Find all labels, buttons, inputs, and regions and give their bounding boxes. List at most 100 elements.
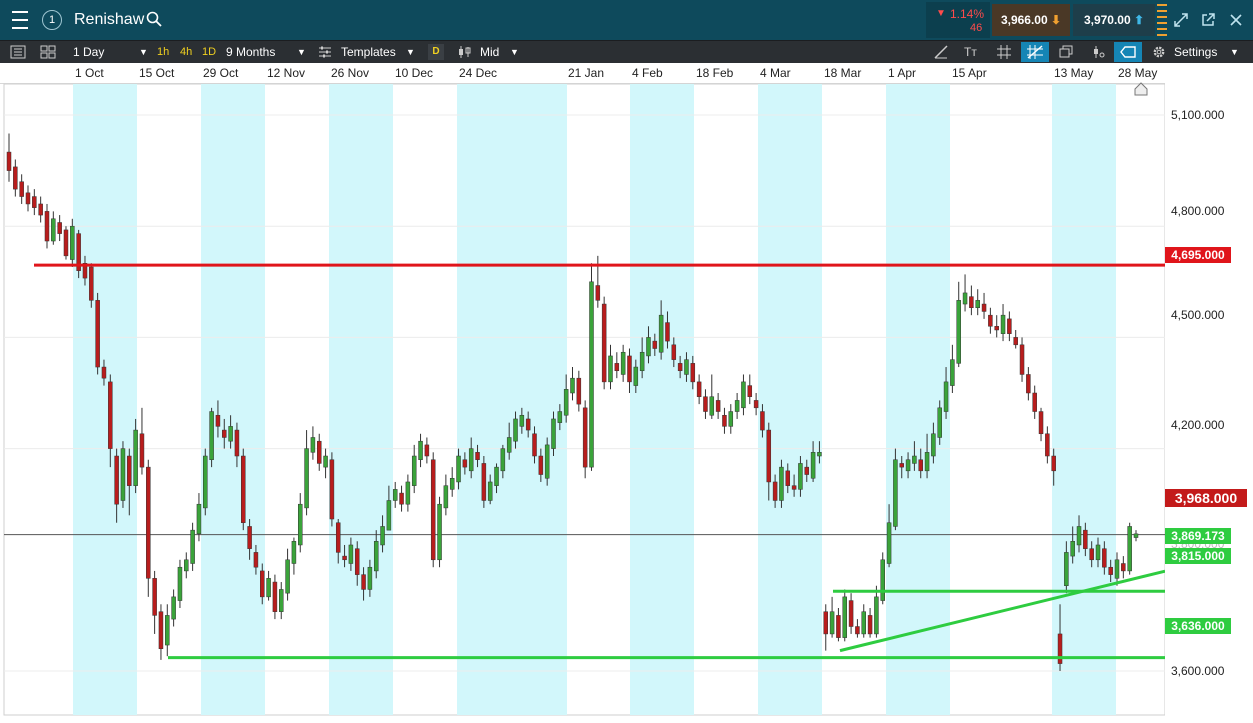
list-icon[interactable] [10, 45, 26, 59]
candle-bear [462, 459, 468, 468]
candle-bull [487, 481, 493, 501]
candle-bull [405, 481, 411, 505]
candle-bull [943, 381, 949, 412]
candle-bear [988, 314, 993, 327]
candle-bull [209, 411, 214, 460]
info-badge[interactable]: 1 [42, 10, 62, 30]
indicator-icon[interactable] [1090, 45, 1106, 59]
chevron-down-icon[interactable]: ▼ [510, 41, 519, 63]
candle-bear [994, 326, 999, 331]
candle-bear [836, 615, 841, 638]
candle-bull [519, 414, 525, 427]
x-tick-label: 28 May [1118, 66, 1158, 80]
candle-bull [392, 489, 398, 501]
templates-button[interactable]: Templates [341, 41, 396, 63]
candle-bull [513, 418, 518, 442]
candle-bull [51, 218, 56, 242]
candle-bull [734, 400, 740, 412]
sell-arrow-icon: ⬇ [1051, 13, 1062, 27]
candle-bear [272, 581, 278, 612]
candle-bull [880, 559, 885, 601]
support-level-tag[interactable]: 3,636.000 [1165, 618, 1231, 634]
trendline-level-tag[interactable]: 3,869.173 [1165, 528, 1231, 544]
candle-bull [639, 351, 645, 372]
chart-toolbar: 1 Day ▼ 1h 4h 1D 9 Months ▼ Templates ▼ … [0, 40, 1253, 63]
buy-button[interactable]: 3,970.00 ⬆ [1073, 4, 1155, 36]
candle-bull [1095, 544, 1101, 561]
candle-bull [608, 355, 613, 383]
candle-bull [893, 459, 898, 527]
candle-bear [1121, 563, 1126, 572]
copy-icon[interactable] [1058, 45, 1074, 59]
candle-bear [108, 381, 113, 449]
scroll-home-icon[interactable] [1134, 82, 1148, 96]
depth-ladder-icon[interactable] [1157, 4, 1167, 36]
candle-bear [1102, 548, 1107, 568]
range-select[interactable]: 9 Months [226, 41, 275, 63]
candle-bear [627, 355, 632, 383]
chevron-down-icon[interactable]: ▼ [297, 41, 306, 63]
candle-bull [468, 448, 474, 472]
candle-bear [335, 522, 341, 553]
last-price-tag: 3,968.000 [1165, 489, 1247, 507]
chevron-down-icon[interactable]: ▼ [406, 41, 415, 63]
expand-icon[interactable] [1173, 12, 1189, 28]
candle-bear [1019, 344, 1025, 375]
candle-bear [690, 363, 696, 383]
popout-icon[interactable] [1200, 12, 1216, 28]
chevron-down-icon[interactable]: ▼ [1230, 41, 1239, 63]
candle-bull [418, 440, 423, 460]
instrument-name[interactable]: Renishaw [74, 11, 144, 29]
candle-bear [652, 340, 658, 349]
price-chart[interactable] [0, 0, 1253, 723]
candle-bear [13, 166, 18, 190]
support-level-tag[interactable]: 3,815.000 [1165, 548, 1231, 564]
grid-icon[interactable] [997, 45, 1011, 59]
candle-bull [810, 452, 816, 479]
candle-bull [1133, 533, 1139, 538]
candle-bull [1076, 526, 1082, 546]
candle-bull [285, 559, 290, 594]
close-icon[interactable] [1228, 12, 1244, 28]
candle-bull [203, 455, 208, 509]
candle-bull [975, 300, 980, 308]
candle-bear [595, 285, 601, 301]
plot-area [3, 83, 1166, 716]
price-mode-select[interactable]: Mid [480, 41, 499, 63]
resistance-level-tag[interactable]: 4,695.000 [1165, 247, 1231, 263]
x-tick-label: 26 Nov [331, 66, 370, 80]
crosshair-icon[interactable] [1021, 42, 1049, 62]
menu-icon[interactable] [8, 8, 32, 32]
month-band [201, 84, 265, 715]
gear-icon[interactable] [1152, 45, 1166, 59]
search-icon[interactable] [146, 11, 162, 27]
candle-bear [76, 233, 81, 271]
candle-bear [677, 363, 683, 372]
interval-1d[interactable]: 1D [202, 41, 216, 63]
layout-icon[interactable] [40, 45, 56, 59]
chevron-down-icon[interactable]: ▼ [139, 41, 148, 63]
d-badge[interactable]: D [428, 44, 444, 60]
candle-bull [373, 541, 379, 572]
interval-1h[interactable]: 1h [157, 41, 169, 63]
label-tool-icon[interactable] [1114, 42, 1142, 62]
change-points: 46 [970, 22, 983, 34]
interval-select[interactable]: 1 Day [73, 41, 104, 63]
candle-bull [931, 433, 936, 457]
candle-bear [601, 303, 607, 383]
settings-button[interactable]: Settings [1174, 41, 1217, 63]
sell-button[interactable]: 3,966.00 ⬇ [992, 4, 1070, 36]
candle-bull [684, 359, 689, 375]
candle-bear [95, 300, 100, 368]
interval-4h[interactable]: 4h [180, 41, 192, 63]
candle-bear [791, 485, 797, 490]
candle-bear [867, 615, 873, 635]
candle-bear [1051, 455, 1056, 472]
candle-bull [962, 292, 968, 305]
candle-bear [127, 455, 132, 486]
text-tool-icon[interactable]: Tᴛ [964, 41, 977, 63]
candle-bull [912, 455, 917, 464]
y-tick-label: 4,800.000 [1171, 204, 1225, 218]
candle-bull [367, 566, 373, 590]
draw-line-icon[interactable] [933, 45, 949, 59]
